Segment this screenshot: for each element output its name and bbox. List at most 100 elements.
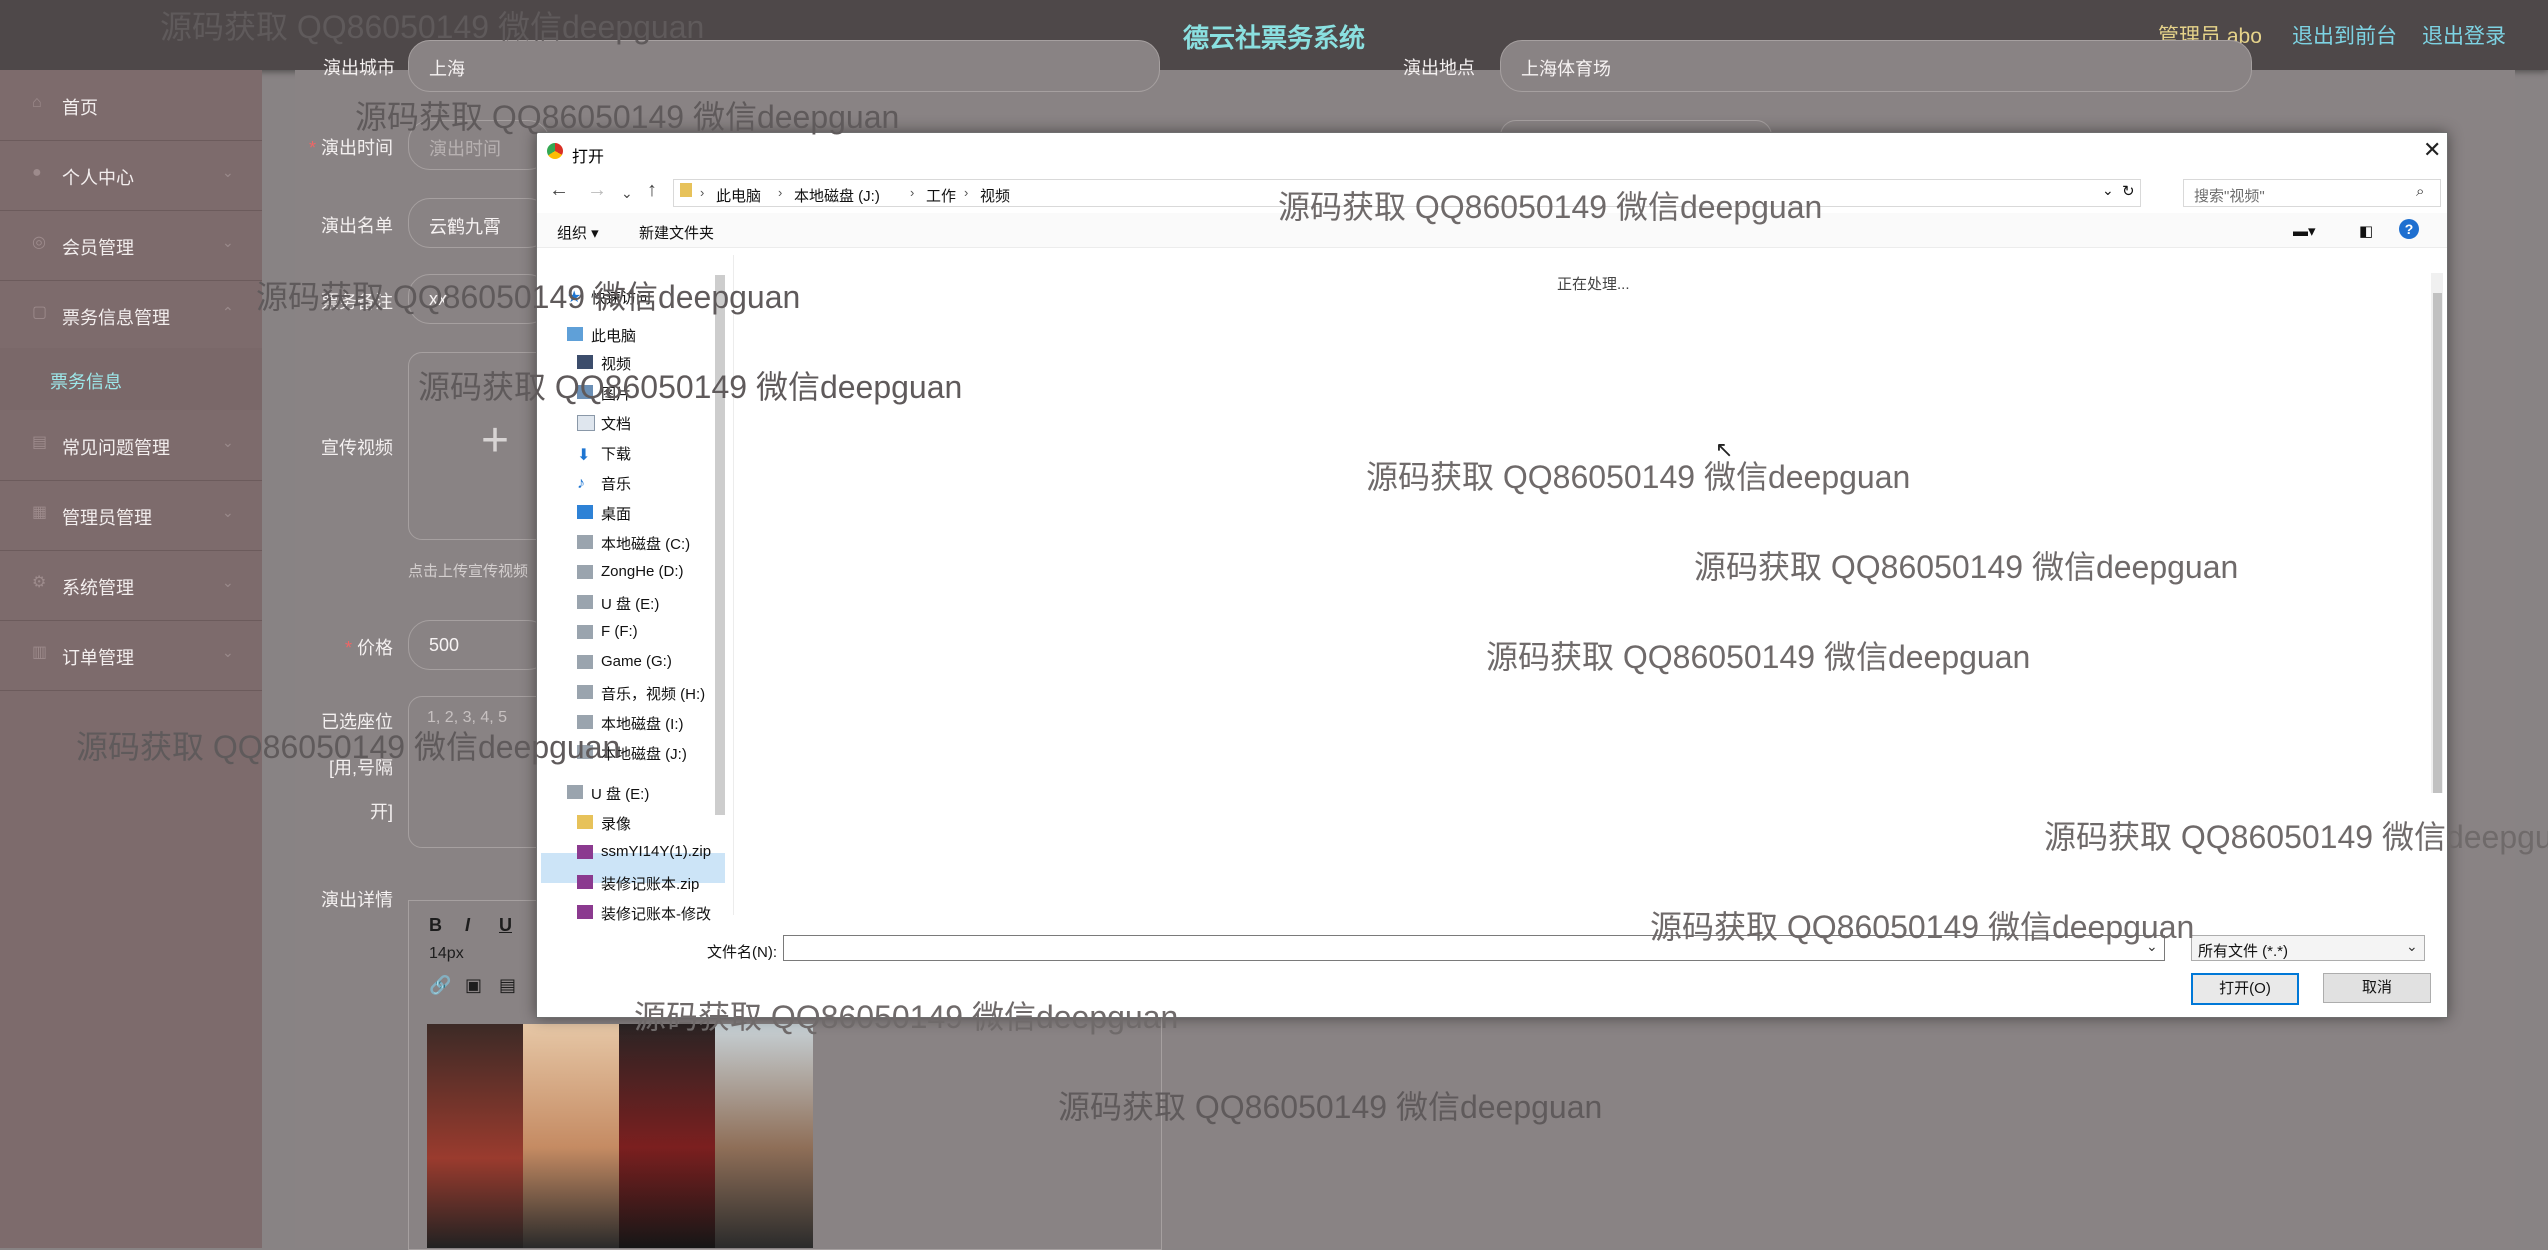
sidebar-item-member[interactable]: ◎ 会员管理 ⌄ <box>0 210 262 281</box>
search-input[interactable]: 搜索"视频" ⌕ <box>2183 179 2441 207</box>
filetype-select[interactable]: 所有文件 (*.*) ⌄ <box>2191 935 2425 961</box>
chrome-icon <box>547 143 563 159</box>
sidebar-item-label: 会员管理 <box>62 238 134 258</box>
italic-icon[interactable]: I <box>465 915 470 936</box>
chevron-down-icon: ⌄ <box>222 504 234 520</box>
watermark-text: 源码获取 QQ86050149 微信deepguan <box>160 9 705 45</box>
recent-dropdown-icon[interactable]: ⌄ <box>621 185 633 202</box>
sidebar-item-ticket[interactable]: ▢ 票务信息管理 ⌃ <box>0 280 262 351</box>
sidebar-item-personal-center[interactable]: ● 个人中心 ⌄ <box>0 140 262 211</box>
sidebar-item-system[interactable]: ⚙ 系统管理 ⌄ <box>0 550 262 621</box>
chevron-down-icon: ⌄ <box>222 434 234 450</box>
refresh-icon[interactable]: ↻ <box>2122 182 2135 200</box>
breadcrumb-work[interactable]: 工作 <box>926 185 956 206</box>
preview-pane-icon[interactable]: ◧ <box>2359 222 2373 240</box>
breadcrumb-separator-icon: › <box>910 185 915 200</box>
nav-drive-h[interactable]: 音乐，视频 (H:) <box>601 683 705 704</box>
sidebar-item-faq[interactable]: ▤ 常见问题管理 ⌄ <box>0 410 262 481</box>
help-icon[interactable]: ? <box>2399 219 2419 239</box>
up-arrow-icon[interactable]: ↑ <box>647 179 657 202</box>
video-icon[interactable]: ▤ <box>499 975 516 996</box>
link-icon[interactable]: 🔗 <box>429 975 451 996</box>
watermark-text: 源码获取 QQ86050149 微信deepguan <box>1058 1089 1603 1125</box>
venue-input[interactable]: 上海体育场 <box>1500 40 2252 92</box>
nav-zip-ssm[interactable]: ssmYI14Y(1).zip <box>601 843 711 860</box>
breadcrumb-drive-j[interactable]: 本地磁盘 (J:) <box>794 185 880 206</box>
open-button[interactable]: 打开(O) <box>2191 973 2299 1005</box>
nav-scrollbar-thumb[interactable] <box>715 275 725 815</box>
plus-icon: + <box>481 414 510 467</box>
dialog-title: 打开 <box>572 149 605 166</box>
nav-drive-e[interactable]: U 盘 (E:) <box>601 593 659 614</box>
forward-arrow-icon[interactable]: → <box>587 179 607 202</box>
exit-to-front-link[interactable]: 退出到前台 <box>2292 20 2397 50</box>
watermark-text: 源码获取 QQ86050149 微信deepguan <box>2044 819 2548 855</box>
watermark-text: 源码获取 QQ86050149 微信deepguan <box>76 729 621 765</box>
nav-zip-ledger-modified[interactable]: 装修记账本-修改 <box>601 903 711 924</box>
sidebar: ⌂ 首页 ● 个人中心 ⌄ ◎ 会员管理 ⌄ ▢ 票务信息管理 ⌃ 票务信息 ▤… <box>0 70 262 1248</box>
city-value: 上海 <box>429 59 465 79</box>
sidebar-item-label: 订单管理 <box>62 648 134 668</box>
sidebar-item-admin[interactable]: ▦ 管理员管理 ⌄ <box>0 480 262 551</box>
breadcrumb-this-pc[interactable]: 此电脑 <box>716 185 761 206</box>
nav-zip-ledger[interactable]: 装修记账本.zip <box>601 873 699 894</box>
video-hint: 点击上传宣传视频 <box>408 563 529 580</box>
nav-drive-g[interactable]: Game (G:) <box>601 653 672 670</box>
cancel-button[interactable]: 取消 <box>2323 973 2431 1003</box>
city-label: 演出城市 <box>323 58 395 78</box>
address-dropdown-icon[interactable]: ⌄ <box>2102 182 2114 199</box>
logout-link[interactable]: 退出登录 <box>2422 20 2506 50</box>
watermark-text: 源码获取 QQ86050149 微信deepguan <box>634 999 1179 1035</box>
cast-input[interactable]: 云鹤九霄 <box>408 198 550 248</box>
download-icon: ⬇ <box>577 447 591 464</box>
drive-e-icon <box>577 595 593 609</box>
chevron-down-icon: ⌄ <box>222 574 234 590</box>
zip-file-icon <box>577 845 593 859</box>
price-input[interactable]: 500 <box>408 620 550 670</box>
sidebar-item-label: 管理员管理 <box>62 508 152 528</box>
organize-button[interactable]: 组织 ▾ <box>557 222 599 243</box>
sidebar-item-label: 票务信息管理 <box>62 308 170 328</box>
cast-label: 演出名单 <box>321 216 393 236</box>
watermark-text: 源码获取 QQ86050149 微信deepguan <box>1650 909 2195 945</box>
nav-desktop[interactable]: 桌面 <box>601 503 631 524</box>
breadcrumb-videos[interactable]: 视频 <box>980 185 1010 206</box>
nav-drive-d[interactable]: ZongHe (D:) <box>601 563 684 580</box>
nav-usb-e[interactable]: U 盘 (E:) <box>591 783 649 804</box>
sidebar-subitem-ticket-info[interactable]: 票务信息 <box>0 348 262 410</box>
nav-drive-c[interactable]: 本地磁盘 (C:) <box>601 533 690 554</box>
member-icon: ◎ <box>32 234 46 251</box>
price-label: * 价格 <box>344 638 393 658</box>
watermark-text: 源码获取 QQ86050149 微信deepguan <box>256 279 801 315</box>
image-icon[interactable]: ▣ <box>465 975 482 996</box>
sidebar-item-home[interactable]: ⌂ 首页 <box>0 70 262 141</box>
nav-drive-f[interactable]: F (F:) <box>601 623 638 640</box>
poster-image <box>427 1024 813 1248</box>
watermark-text: 源码获取 QQ86050149 微信deepguan <box>1694 549 2239 585</box>
folder-icon <box>680 183 692 197</box>
nav-music[interactable]: 音乐 <box>601 473 631 494</box>
underline-icon[interactable]: U <box>499 915 512 936</box>
folder-icon <box>577 815 593 829</box>
usb-drive-icon <box>567 785 583 799</box>
sidebar-item-order[interactable]: ▥ 订单管理 ⌄ <box>0 620 262 691</box>
nav-this-pc[interactable]: 此电脑 <box>591 325 636 346</box>
nav-recordings[interactable]: 录像 <box>601 813 631 834</box>
navigation-pane: ★ 快速访问 此电脑 视频 图片 文档 ⬇ 下载 ♪ 音乐 桌面 本地磁盘 (C… <box>537 255 734 923</box>
chevron-down-icon: ⌄ <box>222 644 234 660</box>
music-icon: ♪ <box>577 475 585 492</box>
nav-downloads[interactable]: 下载 <box>601 443 631 464</box>
new-folder-button[interactable]: 新建文件夹 <box>639 222 714 243</box>
view-options-icon[interactable]: ▬▾ <box>2293 222 2316 240</box>
content-scrollbar-thumb[interactable] <box>2433 293 2442 793</box>
sidebar-item-label: 常见问题管理 <box>62 438 170 458</box>
drive-c-icon <box>577 535 593 549</box>
drive-f-icon <box>577 625 593 639</box>
font-size-select[interactable]: 14px <box>429 945 464 963</box>
sidebar-item-label: 首页 <box>62 98 98 118</box>
bold-icon[interactable]: B <box>429 915 442 936</box>
back-arrow-icon[interactable]: ← <box>549 179 569 202</box>
close-icon[interactable]: ✕ <box>2423 137 2441 163</box>
computer-icon <box>567 327 583 341</box>
nav-documents[interactable]: 文档 <box>601 413 631 434</box>
